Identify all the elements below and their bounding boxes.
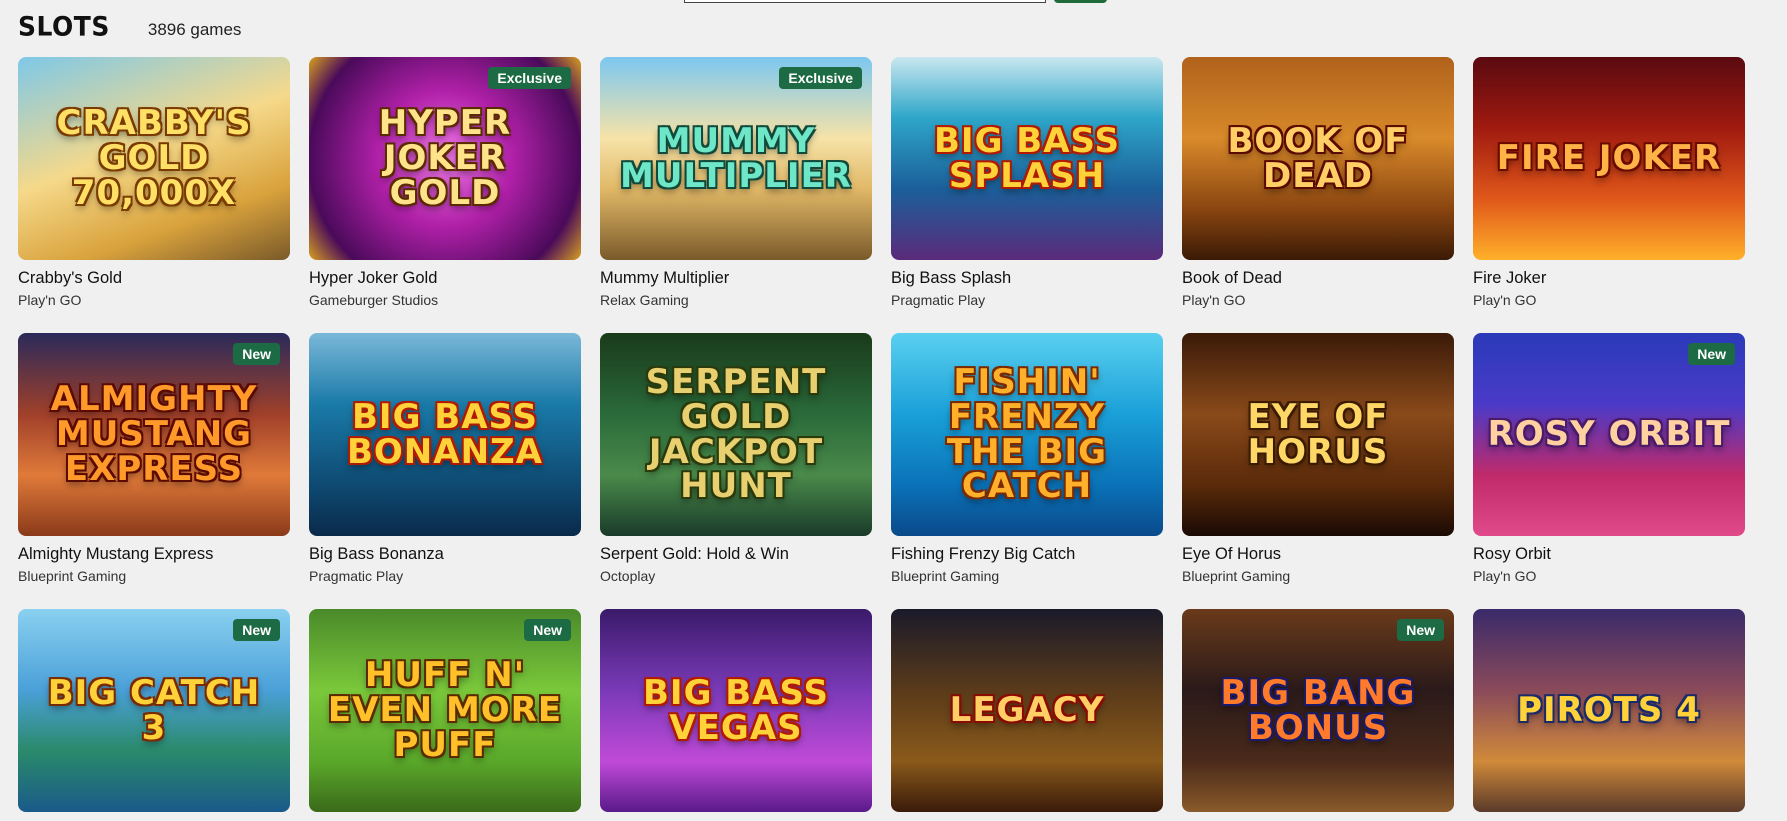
game-provider: Pragmatic Play <box>309 568 404 584</box>
section-title: SLOTS <box>18 11 110 42</box>
game-name[interactable]: Big Bass Splash <box>891 269 1163 288</box>
search-button[interactable] <box>1054 0 1107 3</box>
game-badge: New <box>1688 343 1735 365</box>
game-card[interactable]: FIRE JOKER Fire Joker Play'n GO <box>1473 57 1745 308</box>
game-badge: New <box>233 619 280 641</box>
game-name[interactable]: Mummy Multiplier <box>600 269 872 288</box>
game-logo-art: ROSY ORBIT <box>1487 414 1731 455</box>
section-header: SLOTS 3896 games <box>18 11 242 48</box>
search-input[interactable] <box>684 0 1046 3</box>
game-logo-art: BIG BASS VEGAS <box>643 672 829 748</box>
game-logo-art: HUFF N' EVEN MORE PUFF <box>327 655 563 765</box>
game-logo-art: EYE OF HORUS <box>1247 396 1389 472</box>
game-badge: New <box>524 619 571 641</box>
game-name[interactable]: Almighty Mustang Express <box>18 545 290 564</box>
game-logo-art: FIRE JOKER <box>1496 138 1722 179</box>
game-provider: Play'n GO <box>1182 292 1246 308</box>
game-card[interactable]: BIG BASS SPLASH Big Bass Splash Pragmatic … <box>891 57 1163 308</box>
game-logo-art: FISHIN' FRENZY THE BIG CATCH <box>946 362 1108 507</box>
game-card[interactable]: HUFF N' EVEN MORE PUFF New <box>309 609 581 821</box>
top-bar <box>0 0 1787 4</box>
game-badge: New <box>233 343 280 365</box>
game-thumbnail[interactable]: ROSY ORBIT New <box>1473 333 1745 536</box>
game-name[interactable]: Rosy Orbit <box>1473 545 1745 564</box>
game-provider: Blueprint Gaming <box>1182 568 1291 584</box>
game-logo-art: MUMMY MULTIPLIER <box>620 120 852 196</box>
game-card[interactable]: BIG BASS VEGAS <box>600 609 872 821</box>
game-thumbnail[interactable]: HUFF N' EVEN MORE PUFF New <box>309 609 581 812</box>
game-card[interactable]: SERPENT GOLD JACKPOT HUNT Serpent Gold: H… <box>600 333 872 584</box>
game-name[interactable]: Crabby's Gold <box>18 269 290 288</box>
game-thumbnail[interactable]: SERPENT GOLD JACKPOT HUNT <box>600 333 872 536</box>
game-card[interactable]: BIG CATCH 3 New <box>18 609 290 821</box>
game-badge: Exclusive <box>488 67 571 89</box>
game-name[interactable]: Book of Dead <box>1182 269 1454 288</box>
game-thumbnail[interactable]: FISHIN' FRENZY THE BIG CATCH <box>891 333 1163 536</box>
game-badge: New <box>1397 619 1444 641</box>
game-thumbnail[interactable]: EYE OF HORUS <box>1182 333 1454 536</box>
game-card[interactable]: MUMMY MULTIPLIER Exclusive Mummy Multiplie… <box>600 57 872 308</box>
game-thumbnail[interactable]: BIG BASS BONANZA <box>309 333 581 536</box>
game-provider: Blueprint Gaming <box>18 568 127 584</box>
game-thumbnail[interactable]: ALMIGHTY MUSTANG EXPRESS New <box>18 333 290 536</box>
game-card[interactable]: FISHIN' FRENZY THE BIG CATCH Fishing Fren… <box>891 333 1163 584</box>
game-card[interactable]: HYPER JOKER GOLD Exclusive Hyper Joker Gol… <box>309 57 581 308</box>
game-card[interactable]: BOOK OF DEAD Book of Dead Play'n GO <box>1182 57 1454 308</box>
game-name[interactable]: Fishing Frenzy Big Catch <box>891 545 1163 564</box>
game-card[interactable]: LEGACY <box>891 609 1163 821</box>
game-card[interactable]: BIG BASS BONANZA Big Bass Bonanza Pragmati… <box>309 333 581 584</box>
game-logo-art: BIG BANG BONUS <box>1220 672 1416 748</box>
game-logo-art: SERPENT GOLD JACKPOT HUNT <box>645 362 827 507</box>
game-logo-art: HYPER JOKER GOLD <box>378 103 512 213</box>
game-provider: Pragmatic Play <box>891 292 986 308</box>
game-thumbnail[interactable]: MUMMY MULTIPLIER Exclusive <box>600 57 872 260</box>
game-provider: Octoplay <box>600 568 656 584</box>
game-logo-art: BIG BASS BONANZA <box>346 396 543 472</box>
game-provider: Play'n GO <box>1473 568 1537 584</box>
game-thumbnail[interactable]: LEGACY <box>891 609 1163 812</box>
game-thumbnail[interactable]: FIRE JOKER <box>1473 57 1745 260</box>
game-count: 3896 games <box>147 20 242 39</box>
game-thumbnail[interactable]: CRABBY'S GOLD 70,000x <box>18 57 290 260</box>
game-card[interactable]: PIROTS 4 <box>1473 609 1745 821</box>
game-name[interactable]: Hyper Joker Gold <box>309 269 581 288</box>
game-logo-art: CRABBY'S GOLD 70,000x <box>56 103 252 213</box>
game-thumbnail[interactable]: BIG BANG BONUS New <box>1182 609 1454 812</box>
game-thumbnail[interactable]: HYPER JOKER GOLD Exclusive <box>309 57 581 260</box>
game-thumbnail[interactable]: PIROTS 4 <box>1473 609 1745 812</box>
game-card[interactable]: EYE OF HORUS Eye Of Horus Blueprint Gaming <box>1182 333 1454 584</box>
game-thumbnail[interactable]: BIG BASS VEGAS <box>600 609 872 812</box>
game-name[interactable]: Eye Of Horus <box>1182 545 1454 564</box>
game-card[interactable]: BIG BANG BONUS New <box>1182 609 1454 821</box>
game-card[interactable]: ALMIGHTY MUSTANG EXPRESS New Almighty Must… <box>18 333 290 584</box>
game-name[interactable]: Serpent Gold: Hold & Win <box>600 545 872 564</box>
game-provider: Gameburger Studios <box>309 292 439 308</box>
game-thumbnail[interactable]: BIG BASS SPLASH <box>891 57 1163 260</box>
game-card[interactable]: ROSY ORBIT New Rosy Orbit Play'n GO <box>1473 333 1745 584</box>
game-provider: Play'n GO <box>18 292 82 308</box>
game-logo-art: ALMIGHTY MUSTANG EXPRESS <box>50 379 258 489</box>
game-logo-art: PIROTS 4 <box>1517 690 1701 731</box>
game-name[interactable]: Big Bass Bonanza <box>309 545 581 564</box>
game-thumbnail[interactable]: BOOK OF DEAD <box>1182 57 1454 260</box>
game-logo-art: BIG CATCH 3 <box>47 672 261 748</box>
game-provider: Blueprint Gaming <box>891 568 1000 584</box>
game-logo-art: BIG BASS SPLASH <box>934 120 1120 196</box>
game-provider: Relax Gaming <box>600 292 689 308</box>
game-badge: Exclusive <box>779 67 862 89</box>
game-card[interactable]: CRABBY'S GOLD 70,000x Crabby's Gold Play'n… <box>18 57 290 308</box>
game-provider: Play'n GO <box>1473 292 1537 308</box>
game-logo-art: BOOK OF DEAD <box>1227 120 1409 196</box>
game-logo-art: LEGACY <box>949 690 1105 731</box>
game-name[interactable]: Fire Joker <box>1473 269 1745 288</box>
game-thumbnail[interactable]: BIG CATCH 3 New <box>18 609 290 812</box>
